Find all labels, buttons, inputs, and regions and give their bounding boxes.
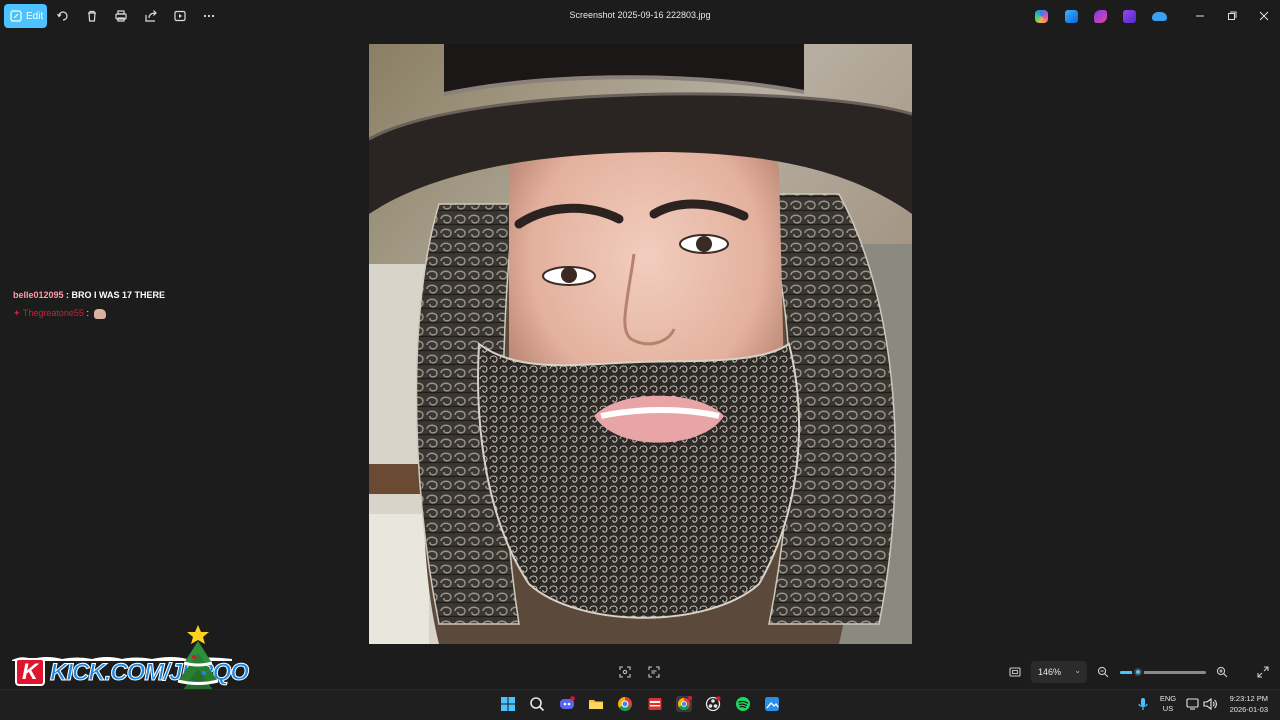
volume-icon[interactable] bbox=[1201, 695, 1219, 713]
zoom-level-dropdown[interactable]: 146% ⌄ bbox=[1031, 661, 1087, 683]
region-code: US bbox=[1162, 704, 1174, 713]
window-title: Screenshot 2025-09-16 222803.jpg bbox=[569, 10, 711, 20]
zoom-level-value: 146% bbox=[1038, 667, 1062, 677]
zoom-in-icon[interactable] bbox=[1214, 664, 1230, 680]
language-indicator[interactable]: ENG US bbox=[1153, 694, 1183, 714]
onedrive-icon[interactable] bbox=[1152, 12, 1167, 21]
clock-date: 2026-01-03 bbox=[1229, 705, 1268, 714]
zoom-slider-thumb[interactable] bbox=[1132, 666, 1144, 678]
chat-badge-icon: ✦ bbox=[13, 308, 23, 318]
photos-app-window: Edit Screenshot 2025-09-16 222803.jpg be… bbox=[0, 0, 1280, 720]
microphone-icon[interactable] bbox=[1134, 695, 1152, 713]
chat-username: belle012095 bbox=[13, 290, 64, 300]
stream-chat: belle012095 : BRO I WAS 17 THERE ✦ Thegr… bbox=[13, 286, 165, 322]
photo-image bbox=[369, 44, 912, 644]
display-icon[interactable] bbox=[1184, 695, 1202, 713]
chat-username: Thegreatone55 bbox=[22, 308, 84, 318]
fullscreen-icon[interactable] bbox=[1255, 664, 1271, 680]
system-clock[interactable]: 9:23:12 PM 2026-01-03 bbox=[1230, 693, 1268, 715]
restore-button[interactable] bbox=[1224, 8, 1240, 24]
minimize-button[interactable] bbox=[1192, 8, 1208, 24]
copilot-icon[interactable] bbox=[1035, 10, 1048, 23]
close-button[interactable] bbox=[1256, 8, 1272, 24]
visual-search-icon[interactable] bbox=[646, 664, 662, 680]
chat-separator: : bbox=[63, 290, 72, 300]
news-app-icon[interactable] bbox=[646, 695, 664, 713]
windows-logo-icon bbox=[501, 697, 515, 711]
restore-icon bbox=[1228, 11, 1237, 20]
clipchamp-icon[interactable] bbox=[1094, 10, 1107, 23]
spotify-icon[interactable] bbox=[734, 695, 752, 713]
chrome-icon[interactable] bbox=[616, 695, 634, 713]
obs-icon[interactable] bbox=[704, 695, 722, 713]
chat-message: ✦ Thegreatone55 : bbox=[13, 304, 165, 322]
file-explorer-icon[interactable] bbox=[587, 695, 605, 713]
chevron-down-icon: ⌄ bbox=[1074, 666, 1081, 675]
discord-icon[interactable] bbox=[558, 695, 576, 713]
language-code: ENG bbox=[1159, 694, 1177, 703]
zoom-out-icon[interactable] bbox=[1095, 664, 1111, 680]
chat-message: belle012095 : BRO I WAS 17 THERE bbox=[13, 286, 165, 304]
emote-icon bbox=[94, 308, 107, 319]
photo-viewport[interactable] bbox=[369, 44, 912, 644]
photos-taskbar-icon[interactable] bbox=[763, 695, 781, 713]
taskbar bbox=[0, 689, 1280, 720]
chat-separator: : bbox=[83, 308, 92, 318]
fit-screen-icon[interactable] bbox=[617, 664, 633, 680]
close-icon bbox=[1259, 11, 1269, 21]
kick-k-logo: K bbox=[15, 658, 45, 686]
clock-time: 9:23:12 PM bbox=[1229, 694, 1268, 703]
top-toolbar: Edit Screenshot 2025-09-16 222803.jpg bbox=[0, 0, 1280, 32]
actual-size-icon[interactable] bbox=[1007, 664, 1023, 680]
minimize-icon bbox=[1196, 15, 1204, 17]
chat-text: BRO I WAS 17 THERE bbox=[71, 290, 166, 300]
taskbar-search-icon[interactable] bbox=[528, 695, 546, 713]
start-button[interactable] bbox=[499, 695, 517, 713]
chrome-profile-icon[interactable] bbox=[675, 695, 693, 713]
designer-icon[interactable] bbox=[1123, 10, 1136, 23]
photos-editor-icon[interactable] bbox=[1065, 10, 1078, 23]
